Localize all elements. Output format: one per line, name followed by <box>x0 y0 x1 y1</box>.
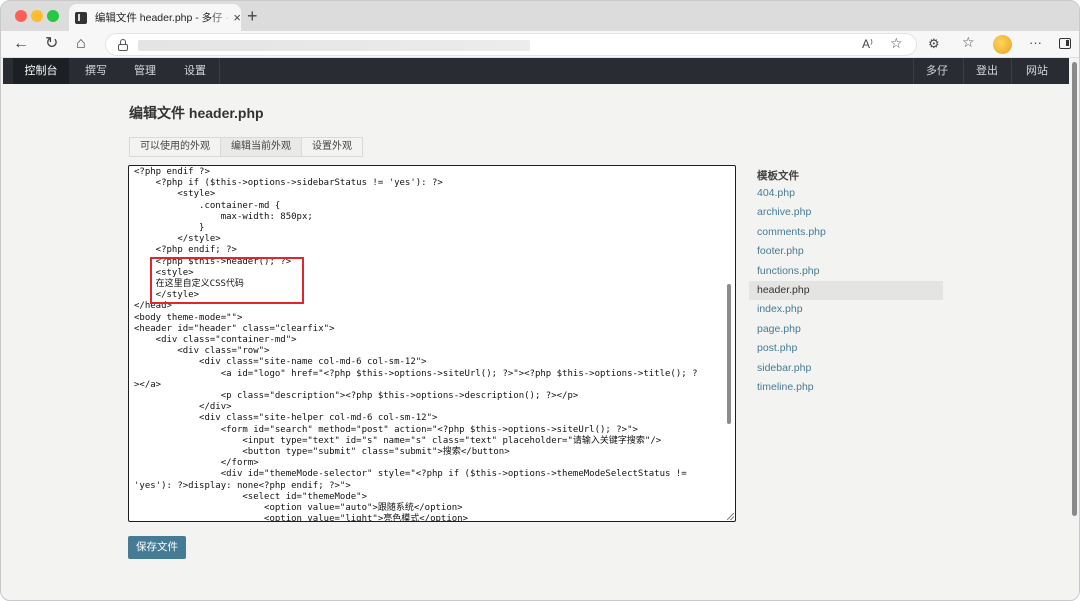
favorites-icon[interactable]: ☆ <box>962 34 975 51</box>
nav-write[interactable]: 撰写 <box>73 58 119 84</box>
new-tab-button[interactable]: + <box>247 6 258 27</box>
tab-title: 编辑文件 header.php - 多仔 - Powered by Typech… <box>94 12 232 24</box>
maximize-window-button[interactable] <box>47 10 59 22</box>
page-title: 编辑文件 header.php <box>129 105 264 121</box>
code-line[interactable]: } <box>134 223 718 234</box>
nav-website[interactable]: 网站 <box>1012 58 1062 84</box>
browser-window: 编辑文件 header.php - 多仔 - Powered by Typech… <box>0 0 1080 601</box>
back-button[interactable]: ← <box>13 35 29 53</box>
tab-theme-settings[interactable]: 设置外观 <box>301 137 363 157</box>
tab-edit-current-theme[interactable]: 编辑当前外观 <box>220 137 302 157</box>
theme-subtabs: 可以使用的外观 编辑当前外观 设置外观 <box>129 137 363 157</box>
code-line[interactable]: .container-md { <box>134 201 718 212</box>
code-line[interactable]: <input type="text" id="s" name="s" class… <box>134 436 718 447</box>
code-line[interactable]: <a id="logo" href="<?php $this->options-… <box>134 369 718 380</box>
code-content[interactable]: <?php endif ?> <?php if ($this->options-… <box>134 167 718 521</box>
code-line[interactable]: <option value="auto">跟随系统</option> <box>134 503 718 514</box>
file-link-comments[interactable]: comments.php <box>749 223 943 242</box>
nav-settings[interactable]: 设置 <box>171 58 219 84</box>
extensions-icon[interactable]: ⚙ <box>928 36 940 52</box>
annotation-highlight-box <box>150 257 304 304</box>
page-scroll-thumb[interactable] <box>1072 62 1077 516</box>
code-editor-textarea[interactable]: <?php endif ?> <?php if ($this->options-… <box>128 165 736 522</box>
tab-bar: 编辑文件 header.php - 多仔 - Powered by Typech… <box>1 1 1079 31</box>
tab-available-themes[interactable]: 可以使用的外观 <box>129 137 221 157</box>
code-line[interactable]: 'yes'): ?>display: none<?php endif; ?>"> <box>134 481 718 492</box>
editor-scroll-thumb[interactable] <box>727 284 731 424</box>
code-line[interactable]: </div> <box>134 402 718 413</box>
code-line[interactable]: <style> <box>134 189 718 200</box>
nav-user[interactable]: 多仔 <box>914 58 960 84</box>
minimize-window-button[interactable] <box>31 10 43 22</box>
code-line[interactable]: <p class="description"><?php $this->opti… <box>134 391 718 402</box>
file-link-archive[interactable]: archive.php <box>749 203 943 222</box>
code-line[interactable]: <div class="site-name col-md-6 col-sm-12… <box>134 357 718 368</box>
sidebar-toggle-icon[interactable] <box>1059 38 1071 49</box>
code-line[interactable]: <select id="themeMode"> <box>134 492 718 503</box>
more-menu-icon[interactable]: ··· <box>1029 35 1042 50</box>
code-line[interactable]: max-width: 850px; <box>134 212 718 223</box>
reload-button[interactable]: ↻ <box>45 35 58 53</box>
code-line[interactable]: <div id="themeMode-selector" style="<?ph… <box>134 469 718 480</box>
home-button[interactable]: ⌂ <box>76 35 86 53</box>
file-link-footer[interactable]: footer.php <box>749 242 943 261</box>
file-link-post[interactable]: post.php <box>749 339 943 358</box>
file-link-header[interactable]: header.php <box>749 280 943 301</box>
save-file-button[interactable]: 保存文件 <box>128 536 186 559</box>
url-redacted <box>138 40 530 51</box>
nav-manage[interactable]: 管理 <box>121 58 169 84</box>
site-favicon-icon <box>75 11 87 24</box>
read-aloud-icon[interactable]: A⁾ <box>862 37 873 51</box>
code-line[interactable]: <div class="row"> <box>134 346 718 357</box>
file-link-page[interactable]: page.php <box>749 320 943 339</box>
template-files-heading: 模板文件 <box>757 170 799 182</box>
file-link-404[interactable]: 404.php <box>749 184 943 203</box>
browser-toolbar: ← ↻ ⌂ A⁾ ☆ ⚙ ☆ ··· <box>1 31 1079 58</box>
lock-icon <box>118 39 128 51</box>
code-line[interactable]: <body theme-mode=""> <box>134 313 718 324</box>
code-line[interactable]: <div class="container-md"> <box>134 335 718 346</box>
nav-dashboard[interactable]: 控制台 <box>13 58 69 84</box>
tab-close-icon[interactable]: × <box>233 10 241 25</box>
close-window-button[interactable] <box>15 10 27 22</box>
file-link-index[interactable]: index.php <box>749 300 943 319</box>
favorite-star-icon[interactable]: ☆ <box>890 35 903 52</box>
code-line[interactable]: ></a> <box>134 380 718 391</box>
profile-avatar[interactable] <box>993 35 1012 54</box>
admin-navbar: 控制台 撰写 管理 设置 多仔 登出 网站 <box>3 58 1069 84</box>
nav-logout[interactable]: 登出 <box>964 58 1010 84</box>
code-line[interactable]: <form id="search" method="post" action="… <box>134 425 718 436</box>
code-line[interactable]: <div class="site-helper col-md-6 col-sm-… <box>134 413 718 424</box>
code-line[interactable]: </form> <box>134 458 718 469</box>
editor-scrollbar[interactable] <box>726 170 733 515</box>
file-link-sidebar[interactable]: sidebar.php <box>749 359 943 378</box>
resize-handle-icon[interactable] <box>727 513 734 520</box>
code-line[interactable]: <button type="submit" class="submit">搜索<… <box>134 447 718 458</box>
page-scrollbar[interactable] <box>1069 58 1079 600</box>
code-line[interactable]: <header id="header" class="clearfix"> <box>134 324 718 335</box>
code-line[interactable]: <?php if ($this->options->sidebarStatus … <box>134 178 718 189</box>
code-line[interactable]: <?php endif ?> <box>134 167 718 178</box>
code-line[interactable]: <option value="light">亮色模式</option> <box>134 514 718 521</box>
code-line[interactable]: <?php endif; ?> <box>134 245 718 256</box>
template-file-list: 404.php archive.php comments.php footer.php… <box>749 184 943 397</box>
browser-tab[interactable]: 编辑文件 header.php - 多仔 - Powered by Typech… <box>69 4 241 31</box>
file-link-functions[interactable]: functions.php <box>749 262 943 281</box>
file-link-timeline[interactable]: timeline.php <box>749 378 943 397</box>
nav-divider <box>219 58 220 84</box>
address-bar[interactable]: A⁾ ☆ <box>105 33 917 56</box>
code-line[interactable]: </style> <box>134 234 718 245</box>
